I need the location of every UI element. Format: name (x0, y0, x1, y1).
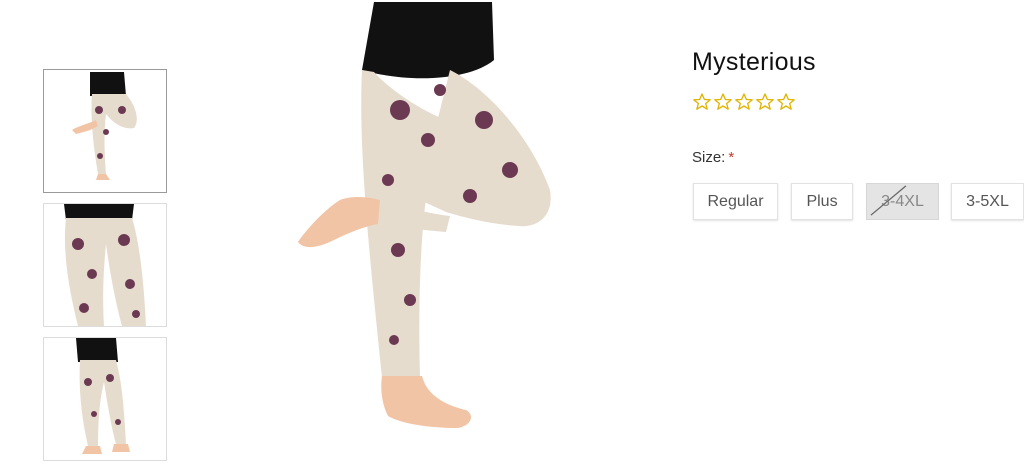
leggings-main-image (298, 2, 551, 428)
leggings-thumbnail-image-2 (64, 204, 146, 326)
thumbnail-3[interactable] (43, 337, 167, 461)
star-rating (692, 92, 796, 112)
star-icon[interactable] (755, 92, 775, 112)
star-icon[interactable] (692, 92, 712, 112)
size-option-label: Regular (707, 192, 764, 210)
leggings-thumbnail-image-3 (76, 338, 130, 454)
thumbnail-1[interactable] (43, 69, 167, 193)
size-option-label: 3-4XL (881, 192, 924, 210)
size-option-3-5xl[interactable]: 3-5XL (951, 183, 1024, 220)
star-icon[interactable] (776, 92, 796, 112)
size-option-label: Plus (806, 192, 838, 210)
size-label-text: Size: (692, 149, 726, 166)
star-icon[interactable] (734, 92, 754, 112)
main-product-image (270, 0, 590, 474)
required-marker: * (728, 149, 735, 166)
size-label: Size: * (692, 149, 734, 166)
size-option-plus[interactable]: Plus (791, 183, 853, 220)
thumbnail-2[interactable] (43, 203, 167, 327)
leggings-thumbnail-image-1 (72, 72, 137, 180)
size-option-3-4xl[interactable]: 3-4XL (866, 183, 939, 220)
size-option-label: 3-5XL (966, 192, 1009, 210)
product-title: Mysterious (692, 48, 816, 76)
star-icon[interactable] (713, 92, 733, 112)
size-option-regular[interactable]: Regular (693, 183, 778, 220)
